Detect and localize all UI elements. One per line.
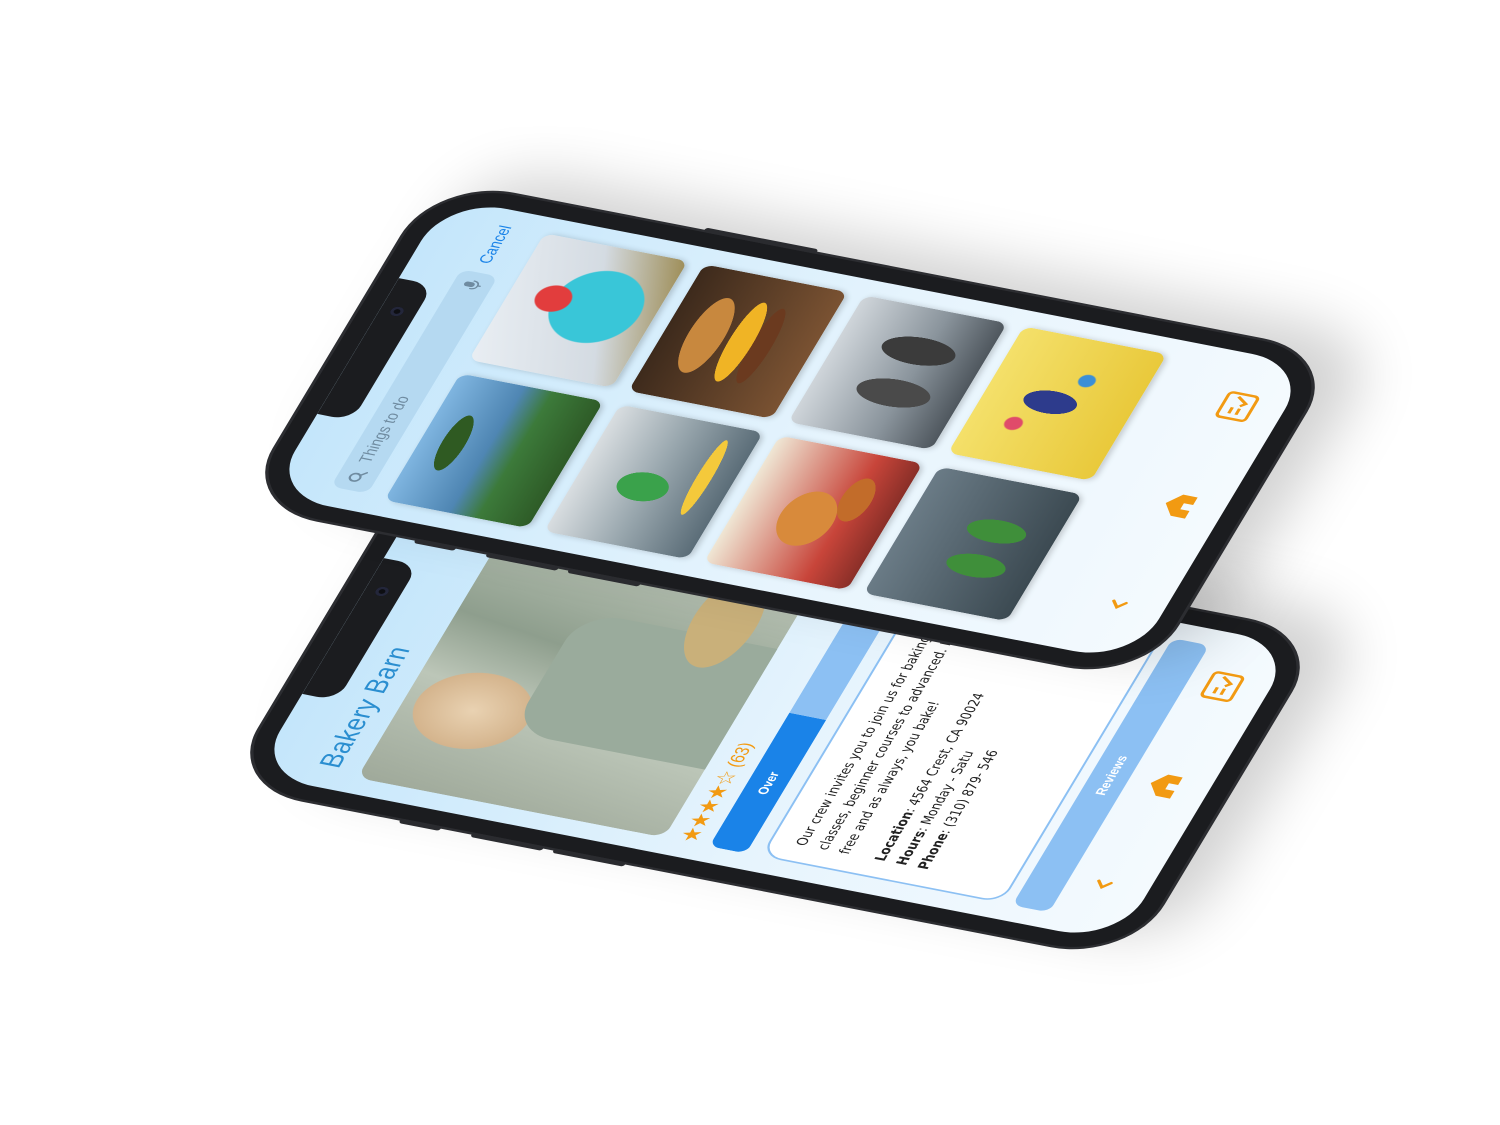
microphone-icon[interactable] bbox=[461, 278, 485, 291]
checklist-icon[interactable] bbox=[1190, 665, 1255, 707]
mockup-scene: Bakery Barn ★★★★☆ (63) Over Our crew inv… bbox=[0, 0, 1500, 1125]
camera-icon bbox=[388, 305, 406, 318]
camera-icon bbox=[373, 585, 391, 598]
home-icon[interactable] bbox=[1130, 764, 1195, 806]
home-icon[interactable] bbox=[1145, 484, 1210, 526]
chevron-left-icon[interactable] bbox=[1071, 864, 1136, 906]
rating-count: (63) bbox=[722, 740, 758, 769]
notch bbox=[302, 558, 419, 701]
chevron-left-icon[interactable] bbox=[1086, 584, 1151, 626]
cancel-button[interactable]: Cancel bbox=[476, 224, 517, 265]
volume-down-button bbox=[551, 848, 627, 867]
mute-switch bbox=[398, 818, 443, 831]
checklist-icon[interactable] bbox=[1205, 385, 1270, 427]
volume-up-button bbox=[470, 832, 545, 851]
search-icon bbox=[348, 472, 369, 482]
